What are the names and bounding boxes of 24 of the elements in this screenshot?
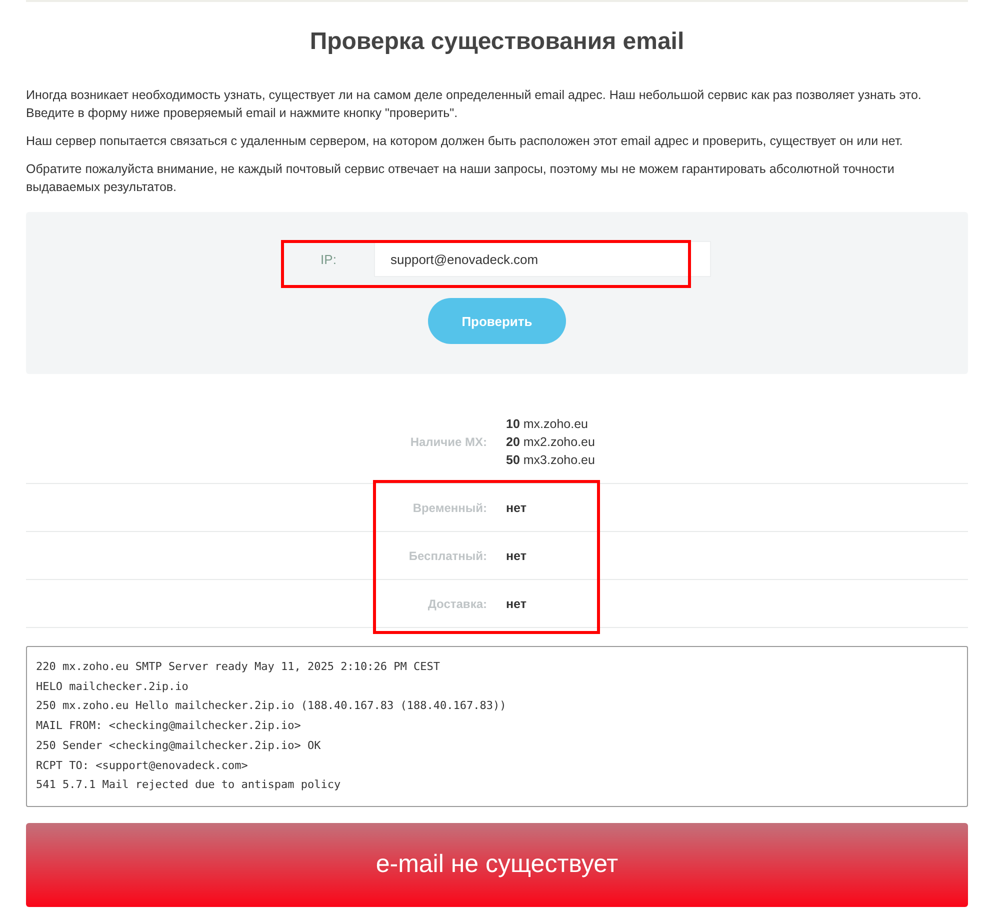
log-line: 220 mx.zoho.eu SMTP Server ready May 11, 2025 2:10:26 PM CEST — [36, 659, 441, 675]
intro-paragraph: Наш сервер попытается связаться с удаленным сервером, на котором должен быть расположен этот email адрес и проверить, существует он или нет. — [26, 133, 904, 150]
intro-paragraph: Иногда возникает необходимость узнать, существует ли на самом деле определенный email адрес. Наш небольшой сервис как раз позволяет узнать это. Введите в форму ниже проверяемый email и нажмите кнопку "проверить". — [26, 87, 922, 122]
field-label: IP: — [320, 252, 338, 266]
email-input-field[interactable]: support@enovadeck.com — [374, 241, 710, 277]
info-label: Временный: — [412, 500, 487, 514]
info-value: нет — [506, 596, 526, 610]
log-line: 250 mx.zoho.eu Hello mailchecker.2ip.io (188.40.167.83 (188.40.167.83)) — [36, 698, 508, 714]
result-banner: e-mail не существует — [26, 822, 968, 907]
mx-label: Наличие MX: — [409, 435, 487, 449]
info-label: Бесплатный: — [408, 548, 487, 562]
info-value: нет — [506, 548, 526, 562]
log-line: RCPT TO: <support@enovadeck.com> — [36, 758, 249, 774]
info-value: нет — [506, 500, 526, 514]
mx-record: 10 mx.zoho.eu — [506, 416, 589, 433]
intro-paragraph: Обратите пожалуйста внимание, не каждый почтовый сервис отвечает на наши запросы, поэтому мы не можем гарантировать абсолютной точности выдаваемых результатов. — [26, 161, 896, 196]
log-line: MAIL FROM: <checking@mailchecker.2ip.io> — [36, 718, 302, 734]
mx-record: 20 mx2.zoho.eu — [506, 434, 595, 451]
log-line: 541 5.7.1 Mail rejected due to antispam policy — [36, 777, 342, 794]
mx-record: 50 mx3.zoho.eu — [506, 452, 595, 469]
log-line: HELO mailchecker.2ip.io — [36, 678, 190, 695]
log-line: 250 Sender <checking@mailchecker.2ip.io> OK — [36, 738, 322, 754]
info-label: Доставка: — [426, 596, 487, 610]
page-title: Проверка существования email — [308, 28, 686, 56]
